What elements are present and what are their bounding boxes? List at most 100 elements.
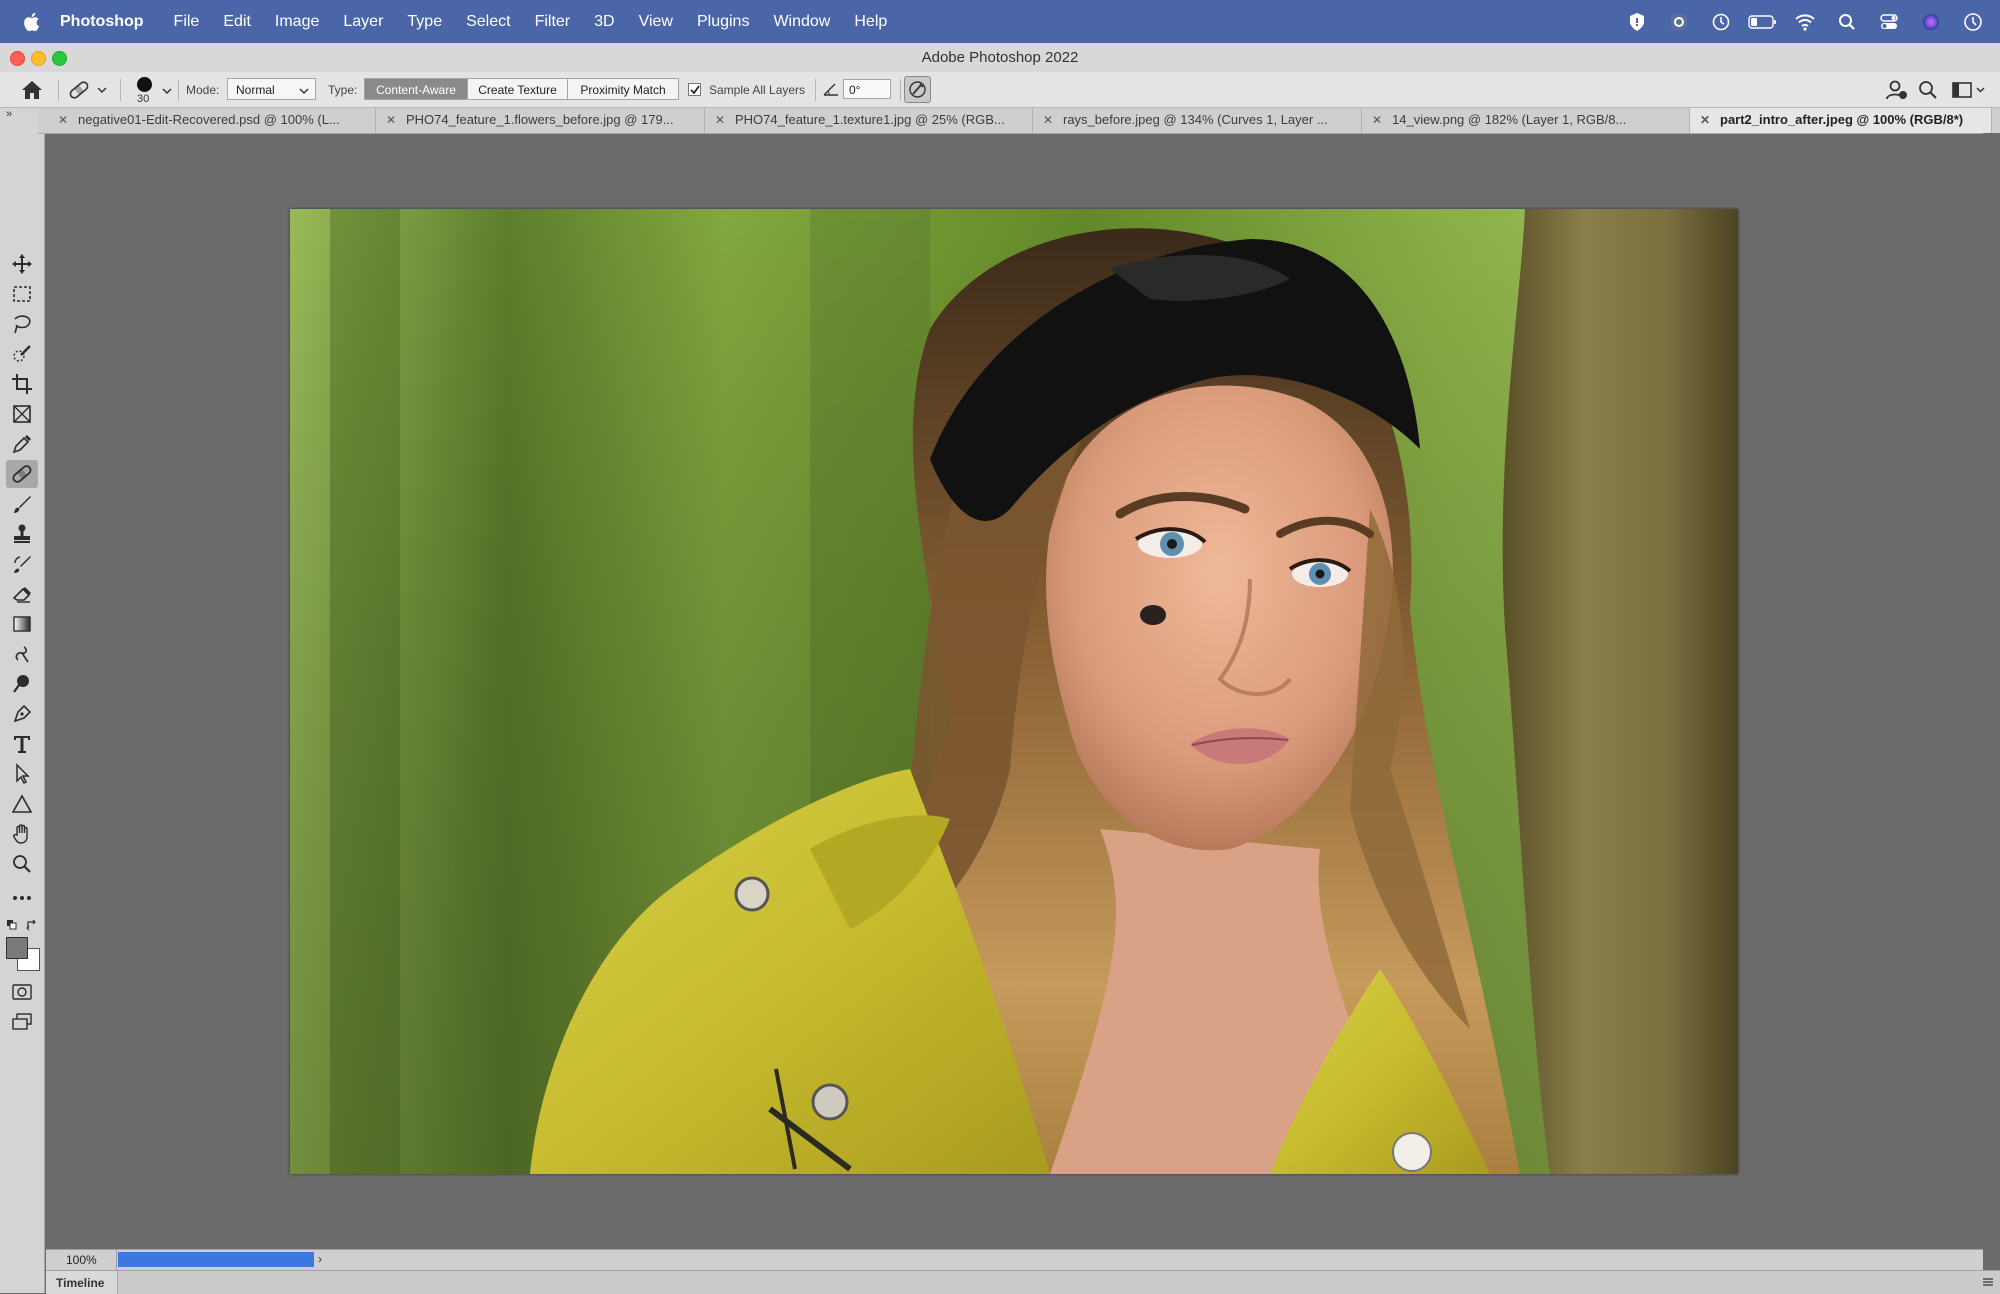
marquee-tool[interactable]	[6, 280, 38, 308]
brush-tip-preview	[137, 77, 152, 92]
timeline-tab-label: Timeline	[56, 1276, 105, 1290]
tool-preset-picker[interactable]	[68, 79, 108, 104]
quick-selection-tool[interactable]	[6, 340, 38, 368]
menu-plugins[interactable]: Plugins	[697, 13, 749, 31]
foreground-color-swatch[interactable]	[6, 937, 28, 959]
document-tab[interactable]: ✕ PHO74_feature_1.flowers_before.jpg @ 1…	[376, 108, 705, 133]
panel-menu-icon[interactable]	[1982, 1276, 1994, 1291]
brush-preset-picker[interactable]: 30	[134, 75, 154, 105]
swap-colors-icon[interactable]	[26, 918, 38, 936]
zoom-level-field[interactable]: 100%	[66, 1253, 97, 1267]
workspace-icon[interactable]	[1952, 81, 1986, 102]
crop-tool[interactable]	[6, 370, 38, 398]
document-tab-label: negative01-Edit-Recovered.psd @ 100% (L.…	[78, 112, 340, 127]
menu-filter[interactable]: Filter	[535, 13, 571, 31]
blemish-spot	[1140, 605, 1166, 625]
frame-tool[interactable]	[6, 400, 38, 428]
menu-help[interactable]: Help	[854, 13, 887, 31]
clock-icon[interactable]	[1958, 11, 1988, 33]
menu-edit[interactable]: Edit	[223, 13, 251, 31]
type-create-texture-button[interactable]: Create Texture	[467, 78, 568, 100]
battery-icon[interactable]	[1748, 11, 1778, 33]
pressure-size-button[interactable]	[904, 76, 931, 103]
chevron-down-icon	[299, 85, 309, 99]
apple-icon[interactable]	[22, 12, 40, 32]
close-tab-icon[interactable]: ✕	[58, 108, 68, 132]
siri-icon[interactable]	[1916, 11, 1946, 33]
app-name-menu[interactable]: Photoshop	[60, 13, 144, 31]
time-machine-icon[interactable]	[1706, 11, 1736, 33]
angle-input-value: 0°	[849, 83, 861, 97]
close-tab-icon[interactable]: ✕	[1372, 108, 1382, 132]
window-title-bar: Adobe Photoshop 2022	[0, 43, 2000, 73]
move-tool[interactable]	[6, 250, 38, 278]
control-center-icon[interactable]	[1874, 11, 1904, 33]
menu-type[interactable]: Type	[407, 13, 442, 31]
brush-size-value: 30	[137, 93, 150, 105]
zoom-tool[interactable]	[6, 850, 38, 878]
tools-panel: »	[0, 108, 45, 1293]
document-tab-label: 14_view.png @ 182% (Layer 1, RGB/8...	[1392, 112, 1627, 127]
document-tab-label: PHO74_feature_1.texture1.jpg @ 25% (RGB.…	[735, 112, 1005, 127]
mac-menu-bar: Photoshop File Edit Image Layer Type Sel…	[0, 0, 2000, 43]
menu-3d[interactable]: 3D	[594, 13, 614, 31]
mode-dropdown[interactable]: Normal	[227, 78, 316, 100]
brush-tool[interactable]	[6, 490, 38, 518]
default-colors-icon[interactable]	[6, 918, 18, 936]
menu-image[interactable]: Image	[275, 13, 319, 31]
quick-mask-button[interactable]	[6, 978, 38, 1006]
type-content-aware-button[interactable]: Content-Aware	[364, 78, 468, 100]
menu-view[interactable]: View	[639, 13, 673, 31]
eraser-tool[interactable]	[6, 580, 38, 608]
wifi-icon[interactable]	[1790, 11, 1820, 33]
lasso-tool[interactable]	[6, 310, 38, 338]
eyedropper-tool[interactable]	[6, 430, 38, 458]
timeline-tab[interactable]: Timeline	[46, 1271, 118, 1294]
angle-icon	[823, 82, 839, 99]
shape-tool[interactable]	[6, 790, 38, 818]
menu-file[interactable]: File	[174, 13, 200, 31]
close-tab-icon[interactable]: ✕	[715, 108, 725, 132]
account-icon[interactable]	[1884, 79, 1908, 104]
security-shield-icon[interactable]	[1622, 11, 1652, 33]
path-selection-tool[interactable]	[6, 760, 38, 788]
type-proximity-match-button[interactable]: Proximity Match	[567, 78, 679, 100]
photo-image	[290, 209, 1738, 1174]
home-icon[interactable]	[20, 79, 44, 104]
menu-select[interactable]: Select	[466, 13, 510, 31]
gradient-tool[interactable]	[6, 610, 38, 638]
edit-toolbar-more-icon[interactable]	[6, 884, 38, 912]
document-tab[interactable]: ✕ rays_before.jpeg @ 134% (Curves 1, Lay…	[1033, 108, 1362, 133]
chevron-down-icon[interactable]	[161, 85, 173, 99]
history-brush-tool[interactable]	[6, 550, 38, 578]
chevron-right-icon[interactable]: ›	[318, 1252, 322, 1266]
sample-all-layers-label: Sample All Layers	[709, 83, 806, 97]
vertical-scrollbar[interactable]	[1983, 133, 2000, 1249]
document-tab[interactable]: ✕ 14_view.png @ 182% (Layer 1, RGB/8...	[1362, 108, 1690, 133]
expand-panel-icon[interactable]: »	[6, 108, 12, 120]
clone-stamp-tool[interactable]	[6, 520, 38, 548]
pen-tool[interactable]	[6, 700, 38, 728]
angle-input[interactable]: 0°	[843, 79, 891, 99]
timeline-panel: Timeline	[46, 1270, 2000, 1294]
spot-healing-brush-tool[interactable]	[6, 460, 38, 488]
type-tool[interactable]	[6, 730, 38, 758]
hand-tool[interactable]	[6, 820, 38, 848]
search-icon[interactable]	[1918, 80, 1938, 103]
document-tab[interactable]: ✕ PHO74_feature_1.texture1.jpg @ 25% (RG…	[705, 108, 1033, 133]
status-bar: 100% ›	[46, 1249, 1983, 1270]
close-tab-icon[interactable]: ✕	[1700, 108, 1710, 132]
dodge-tool[interactable]	[6, 670, 38, 698]
creative-cloud-icon[interactable]	[1664, 11, 1694, 33]
screen-mode-button[interactable]	[6, 1008, 38, 1036]
menu-layer[interactable]: Layer	[343, 13, 383, 31]
close-tab-icon[interactable]: ✕	[1043, 108, 1053, 132]
document-tab-active[interactable]: ✕ part2_intro_after.jpeg @ 100% (RGB/8*)	[1690, 108, 1992, 133]
sample-all-layers-checkbox[interactable]	[688, 83, 701, 96]
close-tab-icon[interactable]: ✕	[386, 108, 396, 132]
document-canvas[interactable]	[290, 209, 1738, 1174]
menu-window[interactable]: Window	[773, 13, 830, 31]
spotlight-search-icon[interactable]	[1832, 11, 1862, 33]
blur-tool[interactable]	[6, 640, 38, 668]
document-tab[interactable]: ✕ negative01-Edit-Recovered.psd @ 100% (…	[48, 108, 376, 133]
